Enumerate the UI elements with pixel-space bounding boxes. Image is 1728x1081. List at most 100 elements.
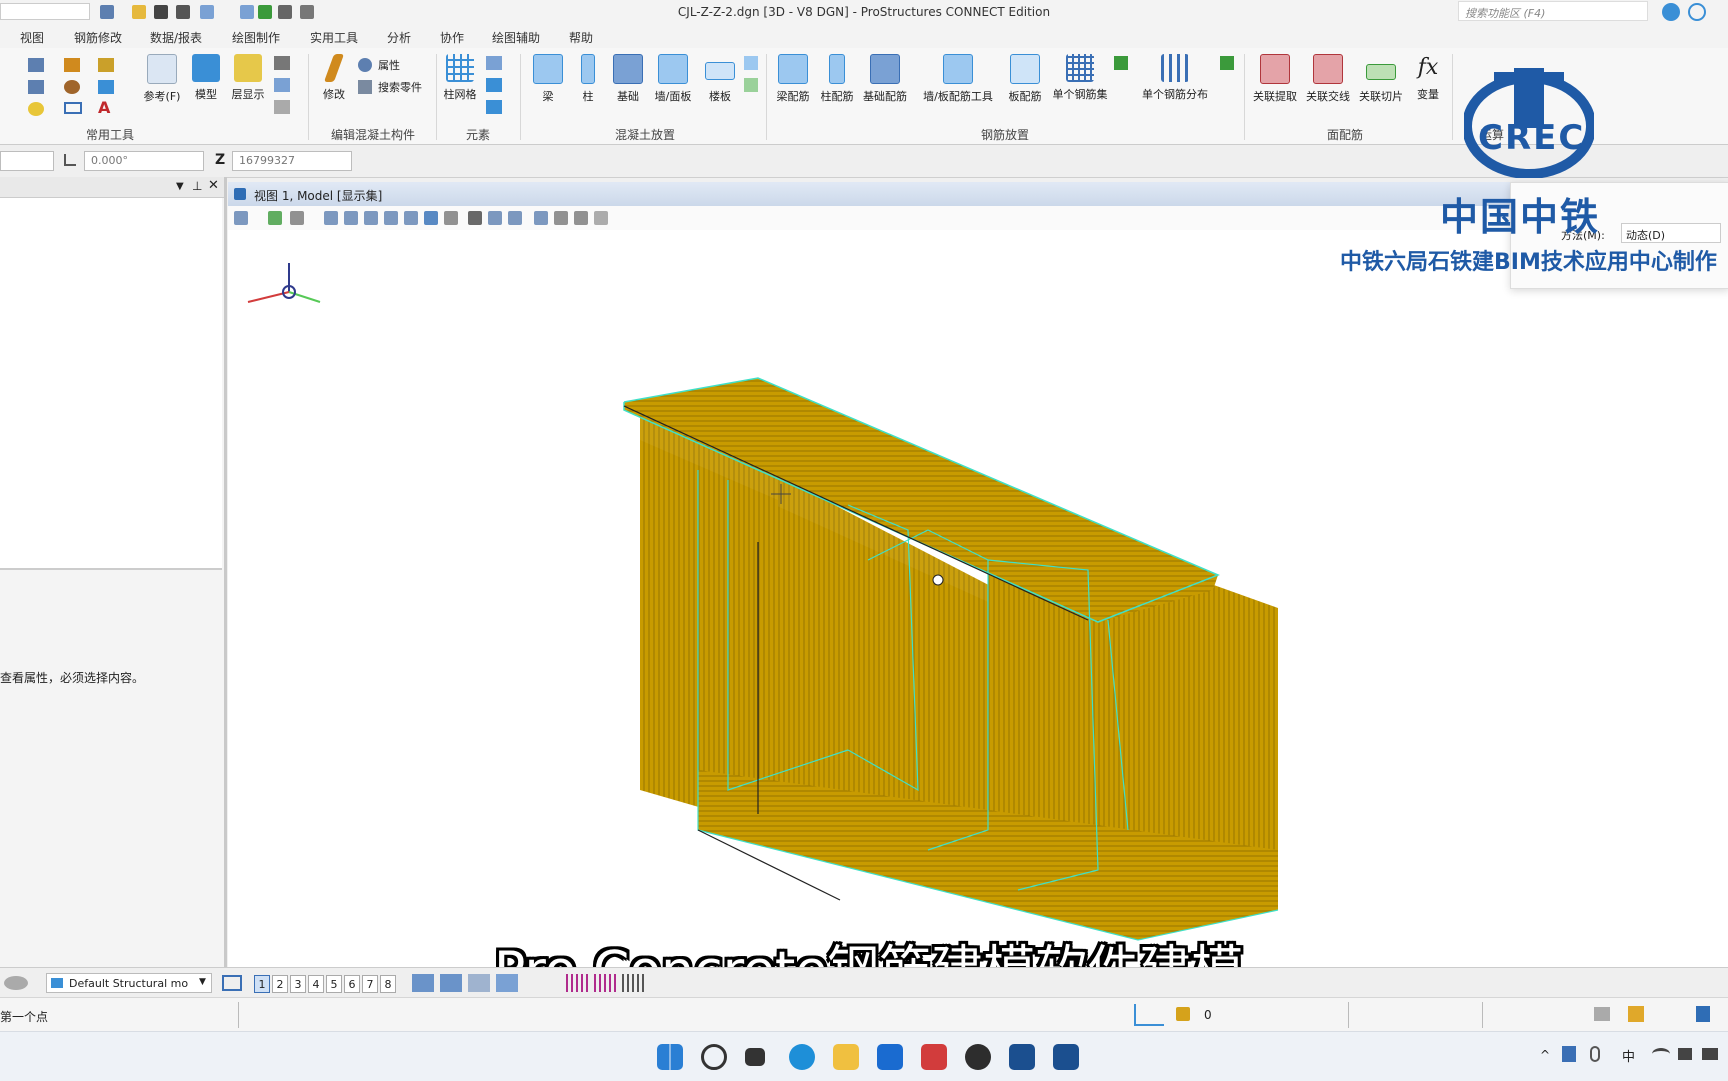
- z-coordinate-field[interactable]: 16799327: [232, 151, 352, 171]
- grid-display-icon[interactable]: [622, 974, 644, 992]
- rotate-view-icon[interactable]: [424, 211, 438, 225]
- wall-panel-button[interactable]: 墙/面板: [650, 54, 696, 104]
- lock-icon[interactable]: [1176, 1007, 1190, 1021]
- column-rebar-button[interactable]: 柱配筋: [816, 54, 858, 104]
- text-style-icon[interactable]: A: [98, 98, 110, 117]
- tab-data-report[interactable]: 数据/报表: [150, 29, 202, 46]
- zoom-find-icon[interactable]: [274, 56, 290, 70]
- wall-slab-rebar-tool-button[interactable]: 墙/板配筋工具: [916, 54, 1000, 104]
- view-button-5[interactable]: 5: [326, 975, 342, 993]
- tab-drawing[interactable]: 绘图制作: [232, 29, 280, 46]
- tab-view[interactable]: 视图: [20, 29, 44, 46]
- display-style-icon[interactable]: [268, 211, 282, 225]
- view-previous-icon[interactable]: [488, 211, 502, 225]
- modify-button[interactable]: 修改: [314, 54, 354, 102]
- edge-browser-icon[interactable]: [789, 1044, 815, 1070]
- zoom-in-icon[interactable]: [344, 211, 358, 225]
- single-rebar-distribution-button[interactable]: 单个钢筋分布: [1136, 54, 1214, 102]
- windows-start-icon[interactable]: [657, 1044, 683, 1070]
- column-button[interactable]: 柱: [570, 54, 606, 104]
- wifi-icon[interactable]: [1652, 1048, 1670, 1060]
- light-icon[interactable]: [28, 102, 44, 116]
- rectangle-icon[interactable]: [64, 102, 82, 114]
- concrete-extra-icon[interactable]: [744, 56, 758, 70]
- update-view-icon[interactable]: [324, 211, 338, 225]
- wps-icon[interactable]: [921, 1044, 947, 1070]
- home-icon[interactable]: [1628, 1006, 1644, 1022]
- view-model-select[interactable]: Default Structural mo ▼: [46, 973, 212, 993]
- grid-snap-icon[interactable]: [566, 974, 588, 992]
- fence-icon[interactable]: [28, 80, 44, 94]
- fill-icon[interactable]: [64, 80, 80, 94]
- accusnap-icon[interactable]: [468, 974, 490, 992]
- view-next-icon[interactable]: [508, 211, 522, 225]
- line-style-icon[interactable]: [64, 58, 80, 72]
- x-coordinate-field[interactable]: [0, 151, 54, 171]
- ribbon-search-input[interactable]: 搜索功能区 (F4): [1458, 1, 1648, 21]
- foundation-button[interactable]: 基础: [608, 54, 648, 104]
- method-select[interactable]: 动态(D): [1621, 223, 1721, 243]
- tab-rebar-modify[interactable]: 钢筋修改: [74, 29, 122, 46]
- lighting-icon[interactable]: [290, 211, 304, 225]
- snap-mode-icon[interactable]: [440, 974, 462, 992]
- view-attributes-icon[interactable]: [234, 211, 248, 225]
- walk-icon[interactable]: [468, 211, 482, 225]
- element-icon[interactable]: [4, 976, 28, 990]
- link-slice-button[interactable]: 关联切片: [1356, 54, 1406, 104]
- help-icon[interactable]: [1688, 3, 1706, 21]
- angle-field[interactable]: 0.000°: [84, 151, 204, 171]
- tab-utilities[interactable]: 实用工具: [310, 29, 358, 46]
- print-status-icon[interactable]: [1594, 1007, 1610, 1021]
- clip-volume-icon[interactable]: [574, 211, 588, 225]
- distribution-add-icon[interactable]: [1220, 56, 1234, 70]
- reference-button[interactable]: 参考(F): [142, 54, 182, 104]
- defender-icon[interactable]: [1562, 1046, 1576, 1062]
- microphone-icon[interactable]: [1590, 1046, 1600, 1062]
- fit-view-icon[interactable]: [404, 211, 418, 225]
- tab-collaborate[interactable]: 协作: [440, 29, 464, 46]
- view-button-2[interactable]: 2: [272, 975, 288, 993]
- view-button-3[interactable]: 3: [290, 975, 306, 993]
- copy-view-icon[interactable]: [534, 211, 548, 225]
- hook-icon[interactable]: [486, 78, 502, 92]
- file-explorer-icon[interactable]: [833, 1044, 859, 1070]
- foundation-rebar-button[interactable]: 基础配筋: [860, 54, 910, 104]
- link-intersect-button[interactable]: 关联交线: [1303, 54, 1353, 104]
- bentley-connection-icon[interactable]: [1053, 1044, 1079, 1070]
- tab-analysis[interactable]: 分析: [387, 29, 411, 46]
- panel-menu-icon[interactable]: ▼: [176, 181, 184, 192]
- selection-icon[interactable]: [28, 58, 44, 72]
- beam-rebar-button[interactable]: 梁配筋: [772, 54, 814, 104]
- view-button-4[interactable]: 4: [308, 975, 324, 993]
- window-area-icon[interactable]: [384, 211, 398, 225]
- doc-icon[interactable]: [1696, 1006, 1710, 1022]
- grid-lock-icon[interactable]: [594, 974, 616, 992]
- zoom-out-icon[interactable]: [364, 211, 378, 225]
- views-icon[interactable]: [222, 975, 242, 991]
- tray-chevron-icon[interactable]: ^: [1540, 1048, 1550, 1062]
- concrete-add-icon[interactable]: [744, 78, 758, 92]
- grid-icon[interactable]: [274, 78, 290, 92]
- tab-help[interactable]: 帮助: [569, 29, 593, 46]
- view-button-1[interactable]: 1: [254, 975, 270, 993]
- view-button-6[interactable]: 6: [344, 975, 360, 993]
- notification-icon[interactable]: [1662, 3, 1680, 21]
- slab-rebar-button[interactable]: 板配筋: [1004, 54, 1046, 104]
- shape-icon[interactable]: [486, 100, 502, 114]
- selection-list[interactable]: [0, 198, 222, 570]
- mail-icon[interactable]: [877, 1044, 903, 1070]
- element-tool-icon[interactable]: [486, 56, 502, 70]
- view-filter-icon[interactable]: [554, 211, 568, 225]
- variable-button[interactable]: fx 变量: [1410, 54, 1446, 102]
- dimension-icon[interactable]: [1134, 1004, 1164, 1026]
- tab-drawing-aids[interactable]: 绘图辅助: [492, 29, 540, 46]
- model-button[interactable]: 模型: [188, 54, 224, 102]
- level-display-button[interactable]: 层显示: [228, 54, 268, 102]
- media-app-icon[interactable]: [965, 1044, 991, 1070]
- snap-icon[interactable]: [412, 974, 434, 992]
- prostructures-icon[interactable]: [1009, 1044, 1035, 1070]
- view-button-8[interactable]: 8: [380, 975, 396, 993]
- pan-view-icon[interactable]: [444, 211, 458, 225]
- tree-icon[interactable]: [274, 100, 290, 114]
- display-set-icon[interactable]: [594, 211, 608, 225]
